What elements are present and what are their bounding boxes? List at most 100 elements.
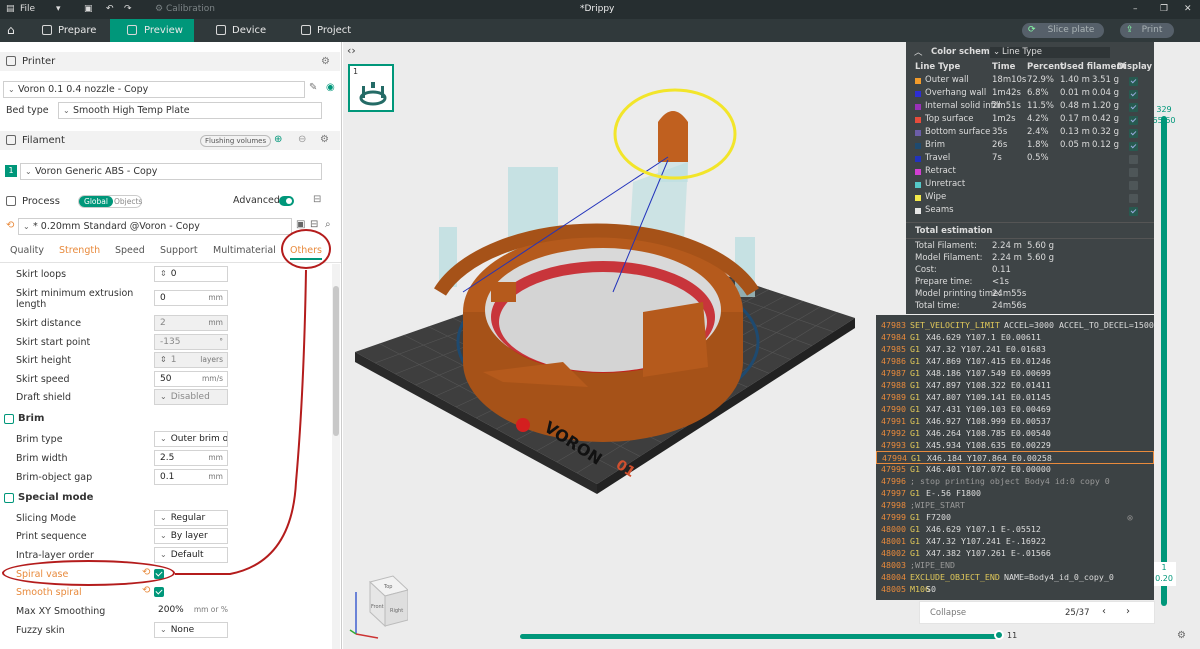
line-type-meters: 0.17 m	[1060, 114, 1090, 124]
color-scheme-legend: ︿ Color scheme ⌄ Line Type Line Type Time…	[906, 42, 1154, 314]
legend-row: Wipe	[906, 192, 1154, 205]
line-type-percent: 2.4%	[1027, 127, 1049, 137]
move-slider[interactable]	[520, 634, 998, 639]
print-button[interactable]: ⇪ Print	[1120, 23, 1174, 38]
total-key: Prepare time:	[915, 277, 973, 287]
display-checkbox[interactable]	[1129, 155, 1138, 164]
line-type-grams: 0.32 g	[1092, 127, 1120, 137]
dropdown-icon[interactable]: ▾	[56, 4, 61, 14]
undo-icon[interactable]: ↶	[106, 4, 114, 14]
minimize-icon[interactable]: –	[1133, 4, 1138, 14]
display-checkbox[interactable]	[1129, 194, 1138, 203]
line-type-name: Overhang wall	[925, 88, 987, 98]
page-indicator: 25/37	[1065, 608, 1090, 618]
redo-icon[interactable]: ↷	[124, 4, 132, 14]
legend-header: Line Type Time Percent Used filament Dis…	[915, 62, 1153, 72]
legend-row: Overhang wall 1m42s 6.8% 0.01 m 0.04 g	[906, 88, 1154, 101]
gcode-viewer[interactable]: 47983 SET_VELOCITY_LIMIT ACCEL=3000 ACCEL_…	[876, 315, 1154, 600]
next-page-icon[interactable]: ›	[1126, 606, 1130, 617]
move-slider-value: 11	[1007, 631, 1018, 640]
display-checkbox[interactable]	[1129, 181, 1138, 190]
legend-row: Seams	[906, 205, 1154, 218]
line-type-grams: 1.20 g	[1092, 101, 1120, 111]
preview-icon	[127, 25, 137, 35]
line-type-time: 2m51s	[992, 101, 1021, 111]
legend-row: Unretract	[906, 179, 1154, 192]
legend-row: Bottom surface 35s 2.4% 0.13 m 0.32 g	[906, 127, 1154, 140]
legend-title: Color scheme	[931, 47, 996, 57]
line-type-time: 1m42s	[992, 88, 1021, 98]
layer-slider-top-label[interactable]: 329 65.60	[1152, 104, 1176, 128]
legend-row: Retract	[906, 166, 1154, 179]
calibration-menu[interactable]: Calibration	[166, 4, 215, 14]
settings-icon[interactable]: ⚙	[1177, 630, 1186, 641]
line-type-time: 1m2s	[992, 114, 1016, 124]
line-type-percent: 4.2%	[1027, 114, 1049, 124]
line-type-swatch	[915, 169, 921, 175]
view-top-label: Top	[383, 584, 392, 590]
display-checkbox[interactable]	[1129, 103, 1138, 112]
total-key: Total time:	[915, 301, 960, 311]
display-checkbox[interactable]	[1129, 116, 1138, 125]
close-icon[interactable]: ✕	[1184, 4, 1192, 14]
prepare-icon	[42, 25, 52, 35]
layer-slider-bottom-label[interactable]: 1 0.20	[1152, 562, 1176, 586]
file-menu[interactable]: File	[20, 4, 35, 14]
total-key: Model Filament:	[915, 253, 983, 263]
color-scheme-select[interactable]: ⌄ Line Type	[990, 47, 1110, 58]
view-cube[interactable]: Top Front Right	[348, 572, 408, 642]
total-estimation-title: Total estimation	[915, 226, 993, 236]
display-checkbox[interactable]	[1129, 207, 1138, 216]
line-type-name: Travel	[925, 153, 951, 163]
move-slider-thumb[interactable]	[994, 630, 1004, 640]
line-type-grams: 3.51 g	[1092, 75, 1120, 85]
prev-page-icon[interactable]: ‹	[1102, 606, 1106, 617]
line-type-grams: 0.04 g	[1092, 88, 1120, 98]
gcode-line[interactable]: 48005 M106 S0	[876, 583, 1154, 596]
line-type-swatch	[915, 78, 921, 84]
tab-device[interactable]: Device	[212, 19, 282, 42]
line-type-name: Wipe	[925, 192, 947, 202]
collapse-legend-icon[interactable]: ︿	[914, 46, 923, 58]
line-type-percent: 72.9%	[1027, 75, 1055, 85]
home-icon[interactable]: ⌂	[7, 23, 15, 37]
total-value: 2.24 m	[992, 241, 1022, 251]
total-value: 2.24 m	[992, 253, 1022, 263]
display-checkbox[interactable]	[1129, 77, 1138, 86]
settings-panel: Printer ⚙ ⌄ Voron 0.1 0.4 nozzle - Copy ✎ …	[0, 42, 342, 649]
device-icon	[216, 25, 226, 35]
layer-slider[interactable]	[1160, 116, 1168, 606]
tab-preview[interactable]: Preview	[110, 19, 194, 42]
total-key: Model printing time:	[915, 289, 1002, 299]
settings-scrollbar[interactable]	[332, 264, 340, 649]
legend-row: Brim 26s 1.8% 0.05 m 0.12 g	[906, 140, 1154, 153]
save-icon[interactable]: ▣	[84, 4, 93, 14]
display-checkbox[interactable]	[1129, 90, 1138, 99]
total-value-2: 5.60 g	[1027, 253, 1055, 263]
slice-icon: ⟳	[1028, 25, 1036, 35]
line-type-name: Retract	[925, 166, 956, 176]
gcode-footer: Collapse 25/37 ‹ ›	[919, 601, 1155, 624]
display-checkbox[interactable]	[1129, 142, 1138, 151]
title-bar: ▤ File ▾ ▣ ↶ ↷ ⚙ Calibration *Drippy – ❐…	[0, 0, 1200, 19]
line-type-swatch	[915, 104, 921, 110]
line-type-meters: 0.13 m	[1060, 127, 1090, 137]
display-checkbox[interactable]	[1129, 168, 1138, 177]
line-type-percent: 11.5%	[1027, 101, 1055, 111]
line-type-time: 26s	[992, 140, 1008, 150]
tab-project[interactable]: Project	[297, 19, 367, 42]
display-checkbox[interactable]	[1129, 129, 1138, 138]
file-icon[interactable]: ▤	[6, 4, 15, 14]
restore-icon[interactable]: ❐	[1160, 4, 1168, 14]
legend-row: Outer wall 18m10s 72.9% 1.40 m 3.51 g	[906, 75, 1154, 88]
line-type-swatch	[915, 130, 921, 136]
tab-prepare[interactable]: Prepare	[38, 19, 110, 42]
legend-row: Top surface 1m2s 4.2% 0.17 m 0.42 g	[906, 114, 1154, 127]
collapse-button[interactable]: Collapse	[930, 608, 966, 618]
slice-plate-button[interactable]: ⟳ Slice plate	[1022, 23, 1104, 38]
close-tooltip-icon[interactable]: ⊗	[1127, 513, 1133, 524]
main-toolbar: ⌂ Prepare Preview Device Project ⟳ Slice …	[0, 19, 1200, 42]
total-value: <1s	[992, 277, 1009, 287]
scrollbar-thumb[interactable]	[333, 286, 339, 436]
calibration-icon[interactable]: ⚙	[155, 4, 163, 14]
